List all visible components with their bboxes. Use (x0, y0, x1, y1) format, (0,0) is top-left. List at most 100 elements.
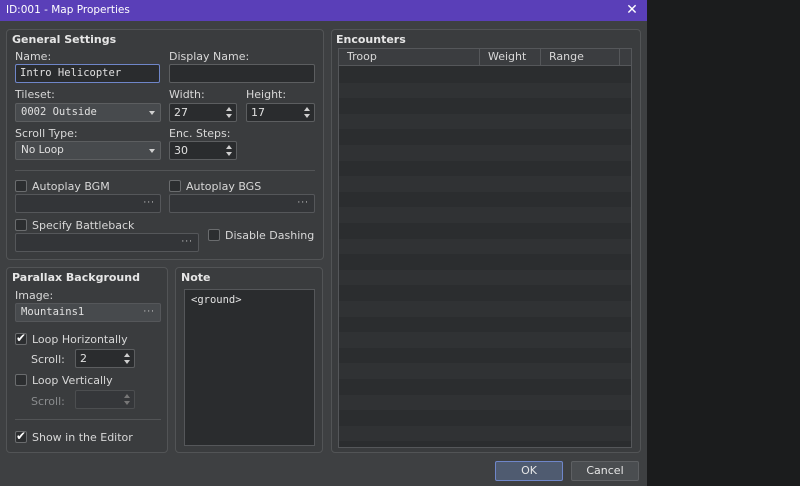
show-in-editor-label: Show in the Editor (32, 431, 133, 444)
enc-steps-value: 30 (174, 144, 188, 157)
width-value: 27 (174, 106, 188, 119)
display-name-input[interactable] (169, 64, 315, 83)
disable-dashing-label: Disable Dashing (225, 229, 315, 242)
spin-down-icon[interactable] (226, 114, 232, 118)
scroll-type-select[interactable]: No Loop (15, 141, 161, 160)
divider (15, 170, 315, 171)
autoplay-bgm-label: Autoplay BGM (32, 180, 110, 193)
parallax-background-group: Parallax Background Image: Mountains1 ··… (6, 267, 168, 453)
enc-steps-spinner[interactable]: 30 (169, 141, 237, 160)
battleback-picker[interactable]: ··· (15, 233, 199, 252)
scroll-h-label: Scroll: (31, 353, 65, 366)
autoplay-bgs-label: Autoplay BGS (186, 180, 262, 193)
table-row[interactable] (339, 363, 631, 379)
loop-horizontally-checkbox[interactable]: ✔ (15, 331, 27, 345)
spin-up-icon[interactable] (226, 145, 232, 149)
table-row[interactable] (339, 67, 631, 83)
loop-vertically-checkbox[interactable] (15, 374, 27, 386)
table-row[interactable] (339, 192, 631, 208)
name-input[interactable]: Intro Helicopter (15, 64, 160, 83)
table-row[interactable] (339, 223, 631, 239)
height-label: Height: (246, 88, 287, 101)
general-settings-title: General Settings (12, 33, 117, 46)
disable-dashing-checkbox[interactable] (208, 229, 220, 241)
specify-battleback-checkbox[interactable] (15, 219, 27, 231)
encounters-table[interactable]: Troop Weight Range (338, 48, 632, 448)
table-row[interactable] (339, 285, 631, 301)
encounters-title: Encounters (336, 33, 406, 46)
autoplay-bgm-checkbox[interactable] (15, 180, 27, 192)
autoplay-bgm-picker[interactable]: ··· (15, 194, 161, 213)
table-row[interactable] (339, 348, 631, 364)
height-spinner[interactable]: 17 (246, 103, 315, 122)
tileset-label: Tileset: (15, 88, 55, 101)
ellipsis-icon: ··· (181, 237, 193, 247)
column-header-troop[interactable]: Troop (339, 49, 480, 66)
show-in-editor-checkbox[interactable]: ✔ (15, 429, 27, 443)
spin-down-icon[interactable] (226, 152, 232, 156)
table-row[interactable] (339, 98, 631, 114)
table-row[interactable] (339, 161, 631, 177)
tileset-value: 0002 Outside (21, 106, 97, 118)
ok-button[interactable]: OK (495, 461, 563, 481)
width-label: Width: (169, 88, 205, 101)
display-name-label: Display Name: (169, 50, 250, 63)
scroll-h-spinner[interactable]: 2 (75, 349, 135, 368)
note-textarea[interactable]: <ground> (184, 289, 315, 446)
table-row[interactable] (339, 317, 631, 333)
column-header-weight[interactable]: Weight (480, 49, 541, 66)
table-row[interactable] (339, 410, 631, 426)
autoplay-bgs-checkbox[interactable] (169, 180, 181, 192)
window-title: ID:001 - Map Properties (6, 4, 130, 16)
parallax-image-picker[interactable]: Mountains1 ··· (15, 303, 161, 322)
spin-up-icon[interactable] (226, 107, 232, 111)
ellipsis-icon: ··· (143, 307, 155, 317)
divider (15, 419, 161, 420)
width-spinner[interactable]: 27 (169, 103, 237, 122)
table-row[interactable] (339, 332, 631, 348)
background-editor-area (647, 0, 800, 486)
general-settings-group: General Settings Name: Intro Helicopter … (6, 29, 324, 260)
close-icon[interactable]: ✕ (623, 1, 641, 19)
spin-up-icon[interactable] (304, 107, 310, 111)
table-row[interactable] (339, 207, 631, 223)
scroll-v-label: Scroll: (31, 395, 65, 408)
name-label: Name: (15, 50, 52, 63)
table-row[interactable] (339, 82, 631, 99)
loop-vertically-label: Loop Vertically (32, 374, 113, 387)
table-row[interactable] (339, 394, 631, 411)
autoplay-bgs-picker[interactable]: ··· (169, 194, 315, 213)
map-properties-dialog: ID:001 - Map Properties ✕ General Settin… (0, 0, 647, 486)
spin-up-icon[interactable] (124, 353, 130, 357)
ellipsis-icon: ··· (297, 198, 309, 208)
scroll-type-label: Scroll Type: (15, 127, 78, 140)
checkmark-icon: ✔ (16, 429, 27, 443)
image-label: Image: (15, 289, 54, 302)
loop-horizontally-label: Loop Horizontally (32, 333, 128, 346)
table-row[interactable] (339, 379, 631, 395)
table-row[interactable] (339, 113, 631, 130)
table-row[interactable] (339, 301, 631, 317)
spin-up-icon[interactable] (124, 394, 130, 398)
cancel-button[interactable]: Cancel (571, 461, 639, 481)
table-row[interactable] (339, 129, 631, 145)
column-header-range[interactable]: Range (541, 49, 620, 66)
chevron-down-icon (149, 149, 155, 153)
spin-down-icon[interactable] (124, 360, 130, 364)
spin-down-icon[interactable] (124, 401, 130, 405)
spin-down-icon[interactable] (304, 114, 310, 118)
table-row[interactable] (339, 145, 631, 161)
table-row[interactable] (339, 254, 631, 270)
encounters-table-header: Troop Weight Range (339, 49, 631, 66)
checkmark-icon: ✔ (16, 331, 27, 345)
table-row[interactable] (339, 269, 631, 286)
tileset-select[interactable]: 0002 Outside (15, 103, 161, 122)
table-row[interactable] (339, 176, 631, 192)
scroll-v-spinner[interactable] (75, 390, 135, 409)
title-bar[interactable]: ID:001 - Map Properties ✕ (0, 0, 647, 21)
table-row[interactable] (339, 238, 631, 255)
scroll-type-value: No Loop (21, 144, 64, 156)
note-title: Note (181, 271, 211, 284)
specify-battleback-label: Specify Battleback (32, 219, 135, 232)
table-row[interactable] (339, 425, 631, 442)
